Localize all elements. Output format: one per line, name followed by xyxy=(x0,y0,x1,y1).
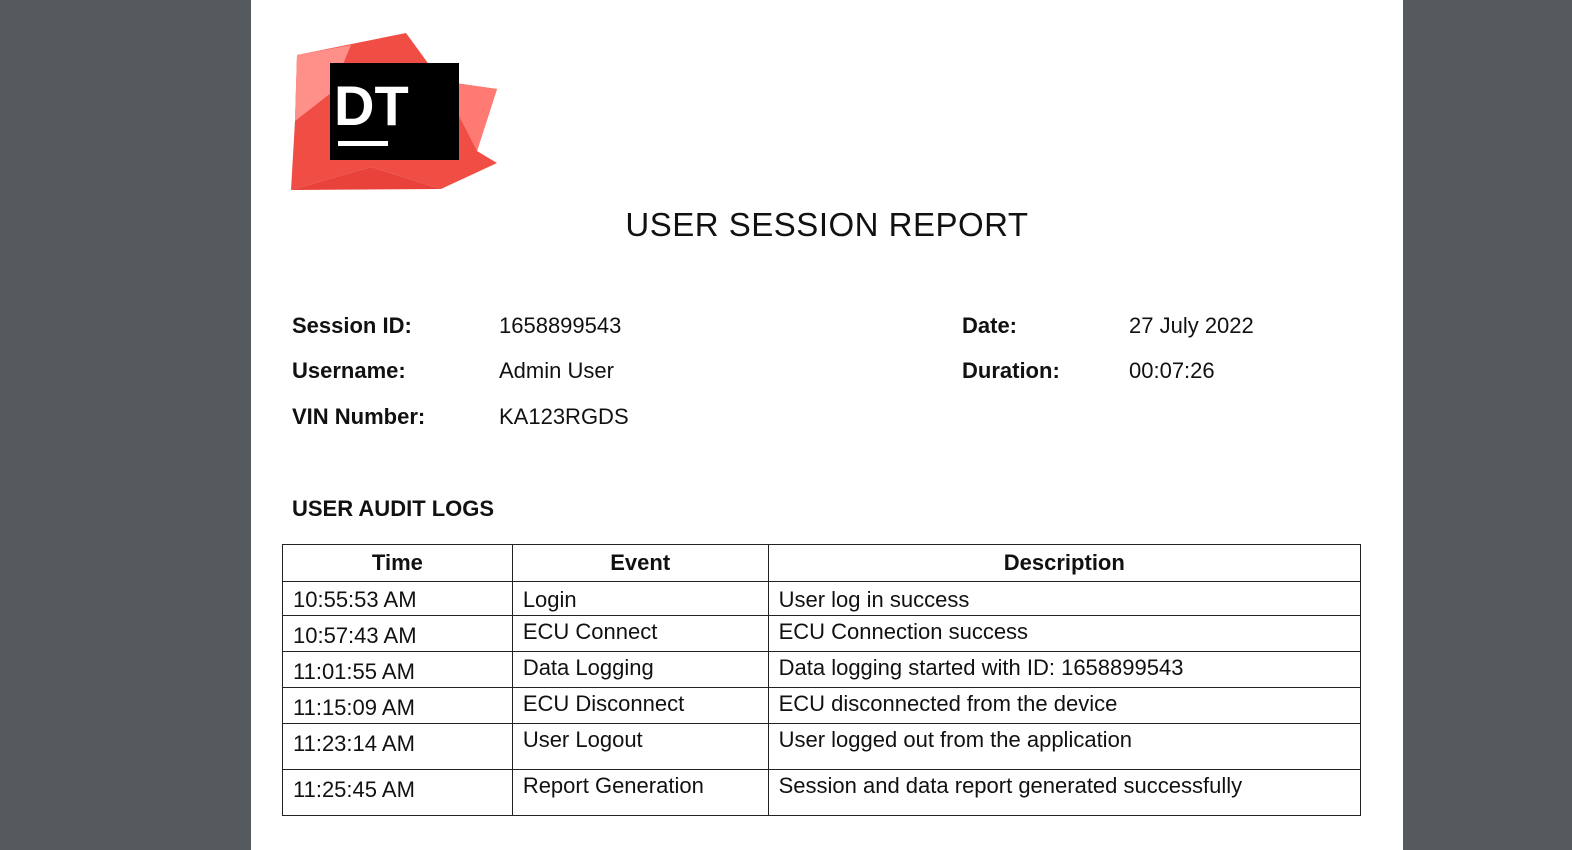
vin-value: KA123RGDS xyxy=(499,404,629,429)
audit-table-header-row: Time Event Description xyxy=(282,544,1362,582)
cell-event: Data Logging xyxy=(511,651,769,688)
username-value: Admin User xyxy=(499,358,614,383)
date-label: Date: xyxy=(962,313,1018,338)
cell-time: 11:23:14 AM xyxy=(282,723,513,770)
cell-event: ECU Connect xyxy=(511,615,769,652)
audit-logs-heading: USER AUDIT LOGS xyxy=(292,496,495,521)
report-page: DT USER SESSION REPORT Session ID: 16588… xyxy=(251,0,1403,850)
date-value: 27 July 2022 xyxy=(1129,313,1254,338)
table-row: 11:23:14 AM User Logout User logged out … xyxy=(282,723,1362,770)
logo-underscore xyxy=(338,141,388,146)
cell-time: 11:01:55 AM xyxy=(282,651,513,688)
document-viewer: DT USER SESSION REPORT Session ID: 16588… xyxy=(0,0,1572,850)
table-row: 11:25:45 AM Report Generation Session an… xyxy=(282,769,1362,816)
cell-description: Session and data report generated succes… xyxy=(767,769,1362,816)
cell-description: User log in success xyxy=(767,581,1362,616)
cell-time: 11:15:09 AM xyxy=(282,687,513,724)
cell-description: User logged out from the application xyxy=(767,723,1362,770)
duration-value: 00:07:26 xyxy=(1129,358,1215,383)
table-row: 10:55:53 AM Login User log in success xyxy=(282,581,1362,616)
duration-label: Duration: xyxy=(962,358,1060,383)
cell-event: ECU Disconnect xyxy=(511,687,769,724)
logo-text: DT xyxy=(334,74,409,137)
cell-time: 11:25:45 AM xyxy=(282,769,513,816)
audit-log-table: Time Event Description 10:55:53 AM Login… xyxy=(282,544,1362,816)
cell-description: ECU Connection success xyxy=(767,615,1362,652)
table-row: 10:57:43 AM ECU Connect ECU Connection s… xyxy=(282,615,1362,652)
column-header-description: Description xyxy=(767,544,1362,582)
cell-event: User Logout xyxy=(511,723,769,770)
report-title: USER SESSION REPORT xyxy=(625,206,1029,243)
cell-event: Report Generation xyxy=(511,769,769,816)
column-header-event: Event xyxy=(511,544,769,582)
username-label: Username: xyxy=(292,358,406,383)
cell-description: ECU disconnected from the device xyxy=(767,687,1362,724)
cell-time: 10:57:43 AM xyxy=(282,615,513,652)
table-row: 11:15:09 AM ECU Disconnect ECU disconnec… xyxy=(282,687,1362,724)
session-id-value: 1658899543 xyxy=(499,313,622,338)
column-header-time: Time xyxy=(282,544,513,582)
dt-logo: DT xyxy=(291,33,499,193)
cell-description: Data logging started with ID: 1658899543 xyxy=(767,651,1362,688)
dt-logo-graphic: DT xyxy=(291,33,497,190)
table-row: 11:01:55 AM Data Logging Data logging st… xyxy=(282,651,1362,688)
cell-time: 10:55:53 AM xyxy=(282,581,513,616)
session-id-label: Session ID: xyxy=(292,313,412,338)
vin-label: VIN Number: xyxy=(292,404,426,429)
cell-event: Login xyxy=(511,581,769,616)
